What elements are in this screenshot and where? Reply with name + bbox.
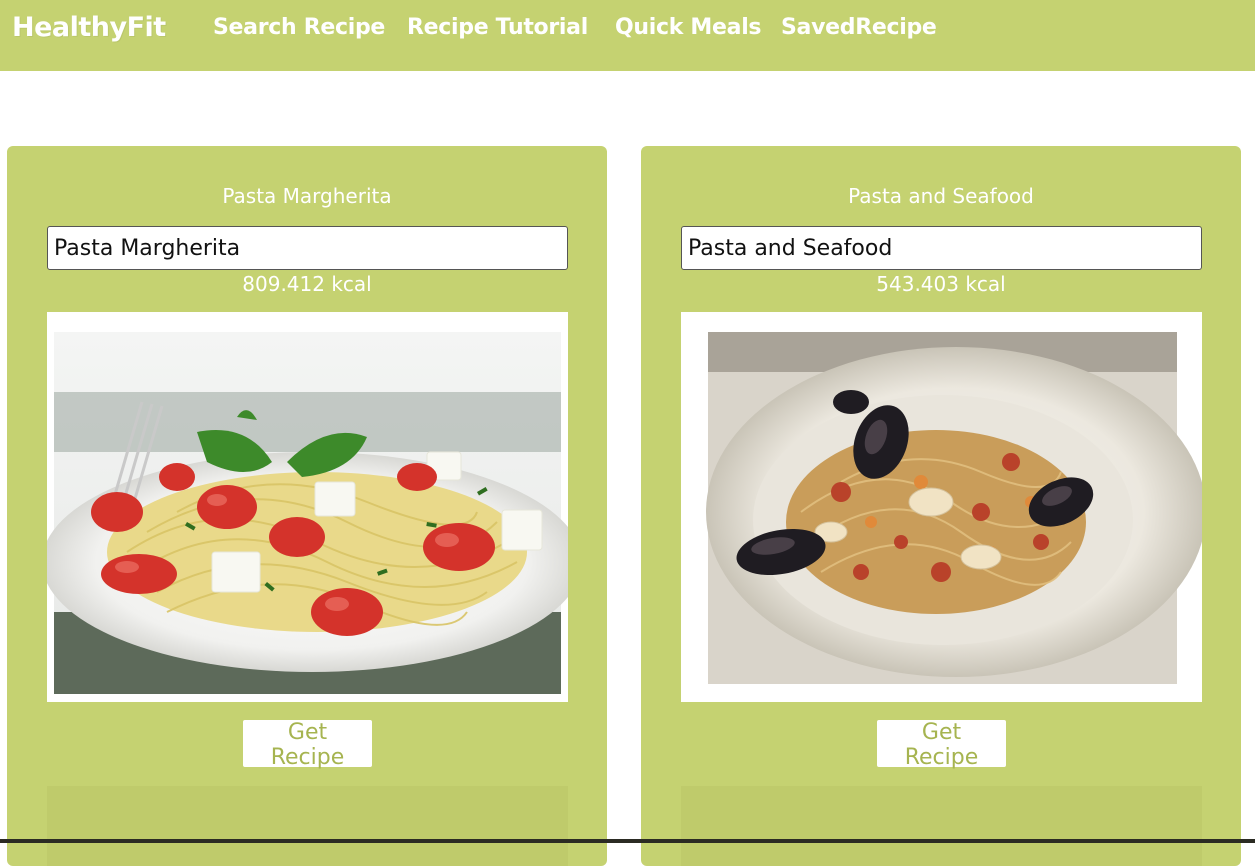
- recipe-title: Pasta Margherita: [222, 184, 392, 208]
- pasta-seafood-photo: [706, 332, 1202, 684]
- recipe-calories: 809.412 kcal: [242, 272, 372, 296]
- nav-recipe-tutorial[interactable]: Recipe Tutorial: [407, 15, 588, 40]
- get-recipe-button[interactable]: Get Recipe: [877, 720, 1006, 770]
- bottom-edge-bar: [0, 839, 1255, 843]
- nav-search-recipe[interactable]: Search Recipe: [213, 15, 385, 40]
- recipe-photo: [681, 312, 1202, 702]
- recipe-title: Pasta and Seafood: [848, 184, 1034, 208]
- pasta-margherita-photo: [47, 332, 568, 694]
- get-recipe-button[interactable]: Get Recipe: [243, 720, 372, 770]
- nav-saved-recipe[interactable]: SavedRecipe: [781, 15, 937, 40]
- recipe-details-panel: [47, 786, 568, 866]
- recipe-card: Pasta and Seafood 543.403 kcal: [641, 146, 1241, 866]
- recipe-name-input[interactable]: [681, 226, 1202, 270]
- recipe-name-input[interactable]: [47, 226, 568, 270]
- recipe-photo: [47, 312, 568, 702]
- recipe-calories: 543.403 kcal: [876, 272, 1006, 296]
- recipe-card: Pasta Margherita 809.412 kcal: [7, 146, 607, 866]
- nav-quick-meals[interactable]: Quick Meals: [615, 15, 762, 40]
- recipe-details-panel: [681, 786, 1202, 866]
- top-navbar: HealthyFit Search Recipe Recipe Tutorial…: [0, 0, 1255, 71]
- brand-logo[interactable]: HealthyFit: [12, 12, 166, 43]
